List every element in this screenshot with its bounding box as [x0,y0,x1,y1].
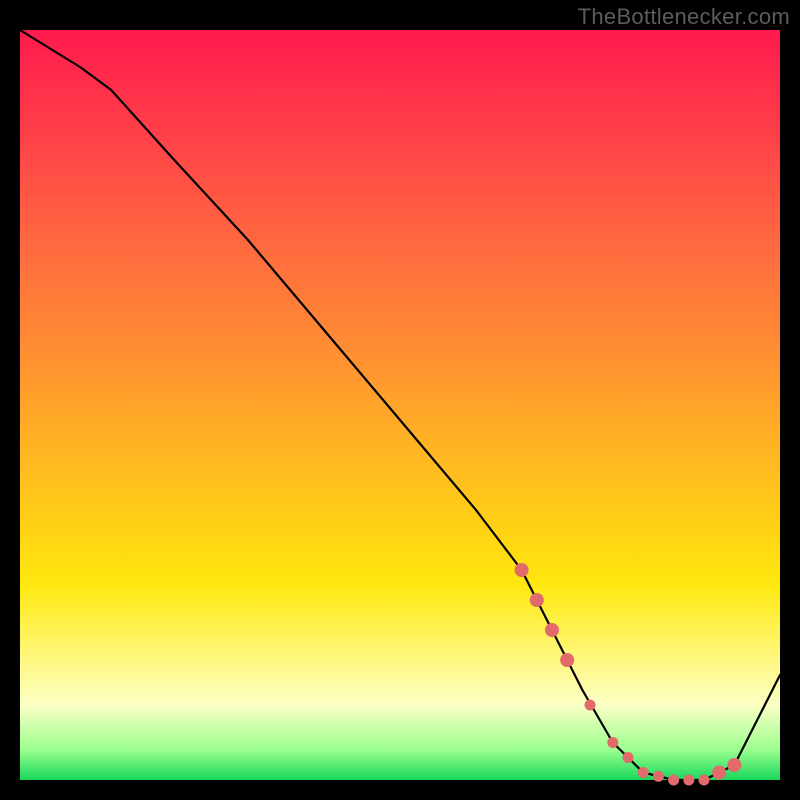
marker-dot [668,775,679,786]
marker-dot [638,767,649,778]
marker-dot [699,775,710,786]
marker-dot [607,737,618,748]
bottleneck-curve [20,30,780,780]
marker-dot [727,758,741,772]
marker-dot [530,593,544,607]
marker-dot [623,752,634,763]
marker-dot [683,775,694,786]
marker-dot [560,653,574,667]
marker-dot [712,766,726,780]
marker-dot [545,623,559,637]
marker-dot [515,563,529,577]
plot-area [20,30,780,780]
chart-frame: TheBottlenecker.com [0,0,800,800]
marker-dot [585,700,596,711]
marker-dot [653,771,664,782]
curve-svg [20,30,780,780]
watermark-text: TheBottlenecker.com [578,4,790,30]
highlight-markers [515,563,742,786]
